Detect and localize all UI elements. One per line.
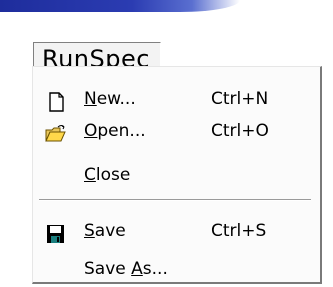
menu-item-label: New...	[84, 89, 136, 109]
menu-item-label: Save	[84, 221, 126, 241]
menu-item-label: Close	[84, 165, 131, 185]
menu-item-shortcut: Ctrl+O	[211, 121, 269, 141]
menu-item-save[interactable]: Save Ctrl+S	[33, 213, 319, 249]
menu-item-label: Save As...	[84, 259, 168, 279]
save-disk-icon	[45, 221, 67, 243]
runspec-dropdown-menu: New... Ctrl+N Open... Ctrl+O Close Save …	[32, 66, 322, 284]
menu-bar: RunSpec	[0, 12, 333, 74]
window-titlebar	[0, 0, 240, 12]
menu-item-shortcut: Ctrl+S	[211, 221, 267, 241]
menu-separator	[39, 199, 311, 201]
menu-item-save-as[interactable]: Save As...	[33, 251, 319, 287]
menu-item-shortcut: Ctrl+N	[211, 89, 269, 109]
menu-item-close[interactable]: Close	[33, 157, 319, 193]
menu-item-new[interactable]: New... Ctrl+N	[33, 81, 319, 117]
new-file-icon	[45, 89, 67, 112]
menu-item-label: Open...	[84, 121, 146, 141]
open-folder-icon	[45, 121, 67, 142]
menu-item-open[interactable]: Open... Ctrl+O	[33, 113, 319, 149]
